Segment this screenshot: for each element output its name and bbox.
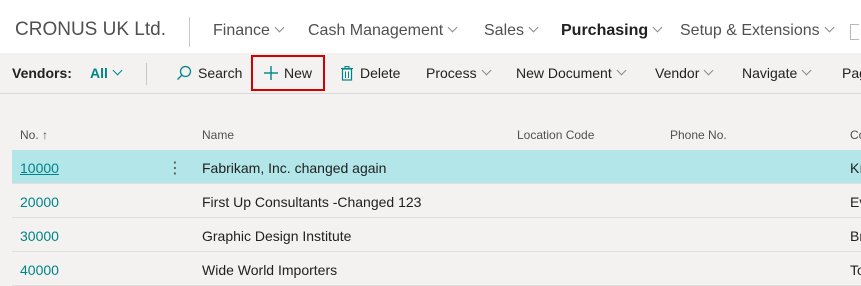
nav-finance[interactable]: Finance: [213, 22, 285, 40]
nav-overflow-partial[interactable]: [850, 24, 859, 40]
chevron-down-icon: [616, 65, 627, 76]
search-label: Search: [198, 65, 243, 81]
nav-finance-label: Finance: [213, 22, 270, 39]
new-button-highlight: [251, 55, 325, 91]
chevron-down-icon: [652, 22, 663, 33]
delete-label: Delete: [360, 65, 401, 81]
vendor-contact-partial: Kı: [850, 160, 861, 176]
actionbar-divider: [146, 63, 147, 85]
process-menu[interactable]: Process: [426, 65, 492, 81]
vendor-contact-partial: Ev: [850, 194, 861, 210]
vendor-name: Wide World Importers: [202, 262, 338, 278]
table-row[interactable]: 10000 ⋮ Fabrikam, Inc. changed again Kı: [12, 150, 861, 184]
column-header-location-code[interactable]: Location Code: [517, 128, 594, 142]
chevron-down-icon: [528, 22, 539, 33]
chevron-down-icon: [447, 22, 458, 33]
nav-cash-management[interactable]: Cash Management: [308, 22, 458, 40]
nav-setup-extensions-label: Setup & Extensions: [680, 22, 820, 39]
new-document-menu[interactable]: New Document: [516, 65, 627, 81]
action-bar: Vendors: All Search New Delete Process N…: [0, 53, 861, 94]
table-row[interactable]: 30000 Graphic Design Institute Br: [12, 218, 861, 252]
table-header: No. ↑ Name Location Code Phone No. Co: [0, 120, 861, 148]
table-row[interactable]: 40000 Wide World Importers To: [12, 252, 861, 286]
page-menu-partial[interactable]: Pag: [842, 65, 861, 81]
search-button[interactable]: Search: [176, 65, 242, 81]
nav-sales[interactable]: Sales: [484, 22, 539, 40]
top-navigation-bar: CRONUS UK Ltd. Finance Cash Management S…: [0, 0, 861, 53]
company-name[interactable]: CRONUS UK Ltd.: [15, 19, 166, 41]
vendor-name: Graphic Design Institute: [202, 228, 352, 244]
vendor-menu[interactable]: Vendor: [655, 65, 714, 81]
filter-dropdown[interactable]: All: [90, 65, 123, 81]
chevron-down-icon: [801, 65, 812, 76]
column-header-contact-partial[interactable]: Co: [850, 128, 861, 142]
nav-setup-extensions[interactable]: Setup & Extensions: [680, 22, 835, 40]
trash-icon: [341, 66, 353, 81]
chevron-down-icon: [703, 65, 714, 76]
navigate-menu[interactable]: Navigate: [742, 65, 812, 81]
navigate-label: Navigate: [742, 65, 798, 81]
column-header-no[interactable]: No. ↑: [20, 128, 48, 142]
vendors-label: Vendors:: [12, 65, 72, 81]
column-header-no-label: No.: [20, 128, 39, 142]
vendor-no-link[interactable]: 10000: [20, 160, 59, 176]
table-row[interactable]: 20000 First Up Consultants -Changed 123 …: [12, 184, 861, 218]
topbar-divider: [189, 17, 190, 47]
column-header-phone-no[interactable]: Phone No.: [670, 128, 727, 142]
vendor-name: Fabrikam, Inc. changed again: [202, 160, 387, 176]
nav-cash-management-label: Cash Management: [308, 22, 444, 39]
process-label: Process: [426, 65, 477, 81]
nav-purchasing[interactable]: Purchasing: [561, 22, 663, 40]
vendor-contact-partial: To: [850, 262, 861, 278]
vendor-no-link[interactable]: 40000: [20, 262, 59, 278]
chevron-down-icon: [824, 22, 835, 33]
more-vertical-icon[interactable]: ⋮: [167, 158, 183, 178]
nav-sales-label: Sales: [484, 22, 525, 39]
vendor-no-link[interactable]: 30000: [20, 228, 59, 244]
filter-value: All: [90, 65, 108, 81]
sort-ascending-icon: ↑: [42, 128, 49, 142]
chevron-down-icon: [274, 22, 285, 33]
chevron-down-icon: [481, 65, 492, 76]
new-document-label: New Document: [516, 65, 612, 81]
chevron-down-icon: [112, 65, 123, 76]
vendor-name: First Up Consultants -Changed 123: [202, 194, 422, 210]
nav-purchasing-label: Purchasing: [561, 22, 649, 39]
vendor-no-link[interactable]: 20000: [20, 194, 59, 210]
vendor-contact-partial: Br: [850, 228, 861, 244]
search-icon: [177, 65, 192, 80]
vendor-label: Vendor: [655, 65, 700, 81]
column-header-name[interactable]: Name: [202, 128, 234, 142]
delete-button[interactable]: Delete: [341, 65, 400, 81]
